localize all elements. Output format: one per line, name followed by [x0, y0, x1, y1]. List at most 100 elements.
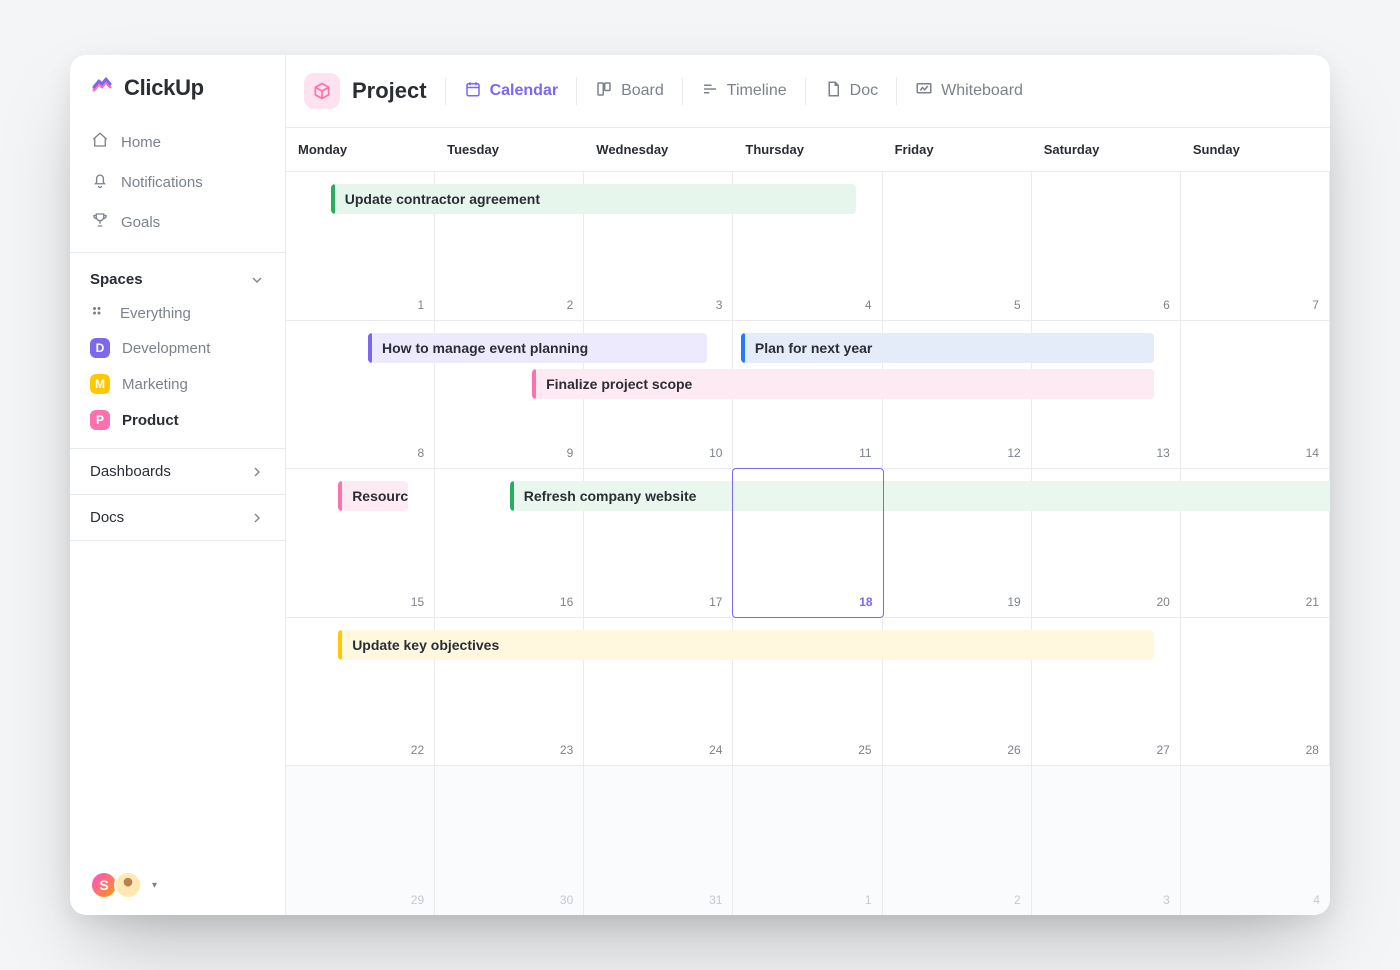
space-everything[interactable]: Everything — [70, 296, 285, 330]
view-label: Doc — [850, 82, 878, 100]
event-title: How to manage event planning — [372, 340, 598, 356]
calendar-cell[interactable]: 30 — [435, 766, 584, 915]
date-number: 27 — [1156, 743, 1169, 757]
weekday-label: Sunday — [1181, 128, 1330, 171]
calendar-cell[interactable]: 29 — [286, 766, 435, 915]
date-number: 21 — [1306, 595, 1319, 609]
brand-name: ClickUp — [124, 75, 204, 101]
view-doc[interactable]: Doc — [806, 80, 896, 103]
view-label: Calendar — [490, 82, 558, 100]
caret-down-icon: ▾ — [152, 880, 157, 891]
dashboards-label: Dashboards — [90, 463, 171, 480]
calendar-cell[interactable]: 4 — [1181, 766, 1330, 915]
date-number: 10 — [709, 446, 722, 460]
calendar-cell[interactable]: 5 — [883, 172, 1032, 320]
date-number: 16 — [560, 595, 573, 609]
space-badge: P — [90, 410, 110, 430]
board-icon — [595, 80, 613, 103]
view-board[interactable]: Board — [577, 80, 682, 103]
date-number: 9 — [567, 446, 574, 460]
weekday-label: Wednesday — [584, 128, 733, 171]
date-number: 11 — [859, 446, 871, 460]
date-number: 2 — [567, 298, 574, 312]
topbar: Project Calendar Board Timeline Doc — [286, 55, 1330, 127]
calendar-cell[interactable]: 31 — [584, 766, 733, 915]
calendar-cell[interactable]: 14 — [1181, 321, 1330, 469]
space-badge: M — [90, 374, 110, 394]
date-number: 1 — [865, 893, 872, 907]
date-number: 18 — [859, 595, 872, 609]
calendar-cell[interactable]: 2 — [883, 766, 1032, 915]
spaces-header[interactable]: Spaces — [70, 263, 285, 296]
home-icon — [91, 131, 109, 153]
nav-notifications[interactable]: Notifications — [80, 162, 275, 202]
date-number: 6 — [1163, 298, 1170, 312]
date-number: 26 — [1007, 743, 1020, 757]
space-label: Development — [122, 340, 210, 357]
date-number: 17 — [709, 595, 722, 609]
space-marketing[interactable]: M Marketing — [70, 366, 285, 402]
calendar-week: 29 30 31 123 4 — [286, 766, 1330, 915]
date-number: 24 — [709, 743, 722, 757]
view-timeline[interactable]: Timeline — [683, 80, 805, 103]
date-number: 30 — [560, 893, 573, 907]
date-number: 20 — [1156, 595, 1169, 609]
clickup-icon — [90, 73, 114, 102]
space-development[interactable]: D Development — [70, 330, 285, 366]
calendar-cell[interactable]: 7 — [1181, 172, 1330, 320]
event-title: Finalize project scope — [536, 376, 702, 392]
calendar-view: MondayTuesdayWednesdayThursdayFridaySatu… — [286, 127, 1330, 915]
weekday-label: Monday — [286, 128, 435, 171]
calendar-event[interactable]: Update key objectives — [338, 630, 1154, 660]
view-whiteboard[interactable]: Whiteboard — [897, 80, 1041, 103]
avatar — [114, 871, 142, 899]
workspace-switcher[interactable]: S ▾ — [90, 871, 157, 899]
project-icon — [304, 73, 340, 109]
calendar-event[interactable]: Finalize project scope — [532, 369, 1154, 399]
calendar-cell[interactable]: 6 — [1032, 172, 1181, 320]
view-calendar[interactable]: Calendar — [446, 80, 576, 103]
calendar-event[interactable]: Plan for next year — [741, 333, 1154, 363]
calendar-cell[interactable]: 1 — [733, 766, 882, 915]
date-number: 4 — [1313, 893, 1320, 907]
docs-label: Docs — [90, 509, 124, 526]
calendar-event[interactable]: Resource allocation — [338, 481, 408, 511]
date-number: 8 — [417, 446, 424, 460]
calendar-cell[interactable]: 18 — [732, 468, 883, 618]
weekday-label: Friday — [883, 128, 1032, 171]
view-label: Board — [621, 82, 664, 100]
space-badge: D — [90, 338, 110, 358]
page-title: Project — [352, 78, 427, 104]
date-number: 31 — [709, 893, 722, 907]
chevron-down-icon — [249, 272, 265, 288]
event-title: Resource allocation — [342, 488, 408, 504]
app-shell: ClickUp Home Notifications Goals Spaces — [70, 55, 1330, 915]
calendar-event[interactable]: Refresh company website — [510, 481, 1330, 511]
event-title: Update key objectives — [342, 637, 509, 653]
date-number: 7 — [1312, 298, 1319, 312]
calendar-week: 22232425262728Update key objectives — [286, 618, 1330, 767]
nav-goals[interactable]: Goals — [80, 202, 275, 242]
brand-logo[interactable]: ClickUp — [70, 73, 285, 102]
bell-icon — [91, 171, 109, 193]
weekday-label: Tuesday — [435, 128, 584, 171]
timeline-icon — [701, 80, 719, 103]
date-number: 29 — [411, 893, 424, 907]
chevron-right-icon — [249, 464, 265, 480]
date-number: 1 — [417, 298, 424, 312]
nav-docs[interactable]: Docs — [70, 495, 285, 541]
nav-dashboards[interactable]: Dashboards — [70, 449, 285, 495]
date-number: 3 — [716, 298, 723, 312]
event-title: Refresh company website — [514, 488, 707, 504]
location-header: Project — [304, 73, 445, 109]
calendar-cell[interactable]: 28 — [1181, 618, 1330, 766]
primary-nav: Home Notifications Goals — [70, 120, 285, 244]
space-product[interactable]: P Product — [70, 402, 285, 438]
calendar-event[interactable]: How to manage event planning — [368, 333, 707, 363]
calendar-event[interactable]: Update contractor agreement — [331, 184, 856, 214]
calendar-cell[interactable]: 3 — [1032, 766, 1181, 915]
nav-home[interactable]: Home — [80, 122, 275, 162]
date-number: 12 — [1007, 446, 1020, 460]
view-label: Whiteboard — [941, 82, 1023, 100]
doc-icon — [824, 80, 842, 103]
